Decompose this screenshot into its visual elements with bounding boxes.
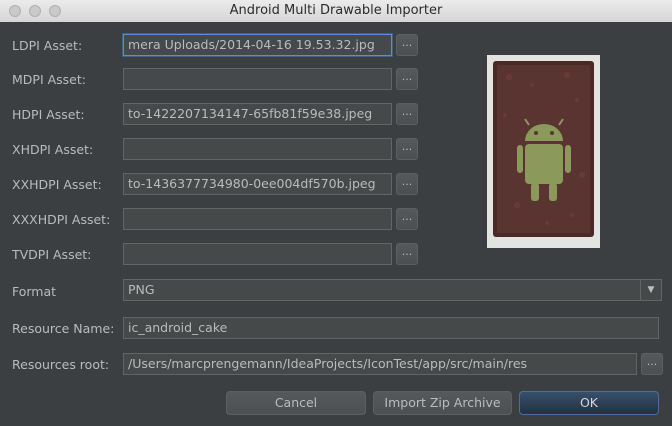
resources-root-field[interactable]: /Users/marcprengemann/IdeaProjects/IconT… xyxy=(123,353,637,375)
format-select[interactable]: PNG ▼ xyxy=(123,279,662,301)
xxxhdpi-browse-button[interactable]: ... xyxy=(396,208,418,230)
tvdpi-asset-field[interactable] xyxy=(123,243,392,265)
resource-name-label: Resource Name: xyxy=(12,321,115,336)
hdpi-asset-field[interactable]: to-1422207134147-65fb81f59e38.jpeg xyxy=(123,103,392,125)
ldpi-asset-field[interactable]: mera Uploads/2014-04-16 19.53.32.jpg xyxy=(123,34,392,56)
xxhdpi-browse-button[interactable]: ... xyxy=(396,173,418,195)
import-zip-archive-button[interactable]: Import Zip Archive xyxy=(373,391,512,415)
xhdpi-asset-field[interactable] xyxy=(123,138,392,160)
hdpi-label: HDPI Asset: xyxy=(12,107,85,122)
resource-name-field[interactable]: ic_android_cake xyxy=(123,317,659,339)
mdpi-asset-field[interactable] xyxy=(123,68,392,90)
android-cake-picture xyxy=(487,55,600,248)
hdpi-browse-button[interactable]: ... xyxy=(396,103,418,125)
xhdpi-label: XHDPI Asset: xyxy=(12,142,94,157)
xxhdpi-label: XXHDPI Asset: xyxy=(12,177,102,192)
ldpi-label: LDPI Asset: xyxy=(12,38,83,53)
chevron-down-icon[interactable]: ▼ xyxy=(640,280,661,300)
ok-button[interactable]: OK xyxy=(519,391,659,415)
mdpi-browse-button[interactable]: ... xyxy=(396,68,418,90)
xxhdpi-asset-field[interactable]: to-1436377734980-0ee004df570b.jpeg xyxy=(123,173,392,195)
format-value: PNG xyxy=(128,282,155,297)
xhdpi-browse-button[interactable]: ... xyxy=(396,138,418,160)
importer-dialog: LDPI Asset: mera Uploads/2014-04-16 19.5… xyxy=(0,22,672,426)
xxxhdpi-label: XXXHDPI Asset: xyxy=(12,212,111,227)
cancel-button[interactable]: Cancel xyxy=(226,391,366,415)
resources-root-label: Resources root: xyxy=(12,357,110,372)
resources-root-browse-button[interactable]: ... xyxy=(641,353,663,375)
ldpi-browse-button[interactable]: ... xyxy=(396,34,418,56)
format-label: Format xyxy=(12,284,57,299)
xxxhdpi-asset-field[interactable] xyxy=(123,208,392,230)
title-bar: Android Multi Drawable Importer xyxy=(0,0,672,23)
asset-preview-image xyxy=(487,55,600,248)
tvdpi-label: TVDPI Asset: xyxy=(12,247,92,262)
tvdpi-browse-button[interactable]: ... xyxy=(396,243,418,265)
window-title: Android Multi Drawable Importer xyxy=(229,3,443,18)
mdpi-label: MDPI Asset: xyxy=(12,72,86,87)
